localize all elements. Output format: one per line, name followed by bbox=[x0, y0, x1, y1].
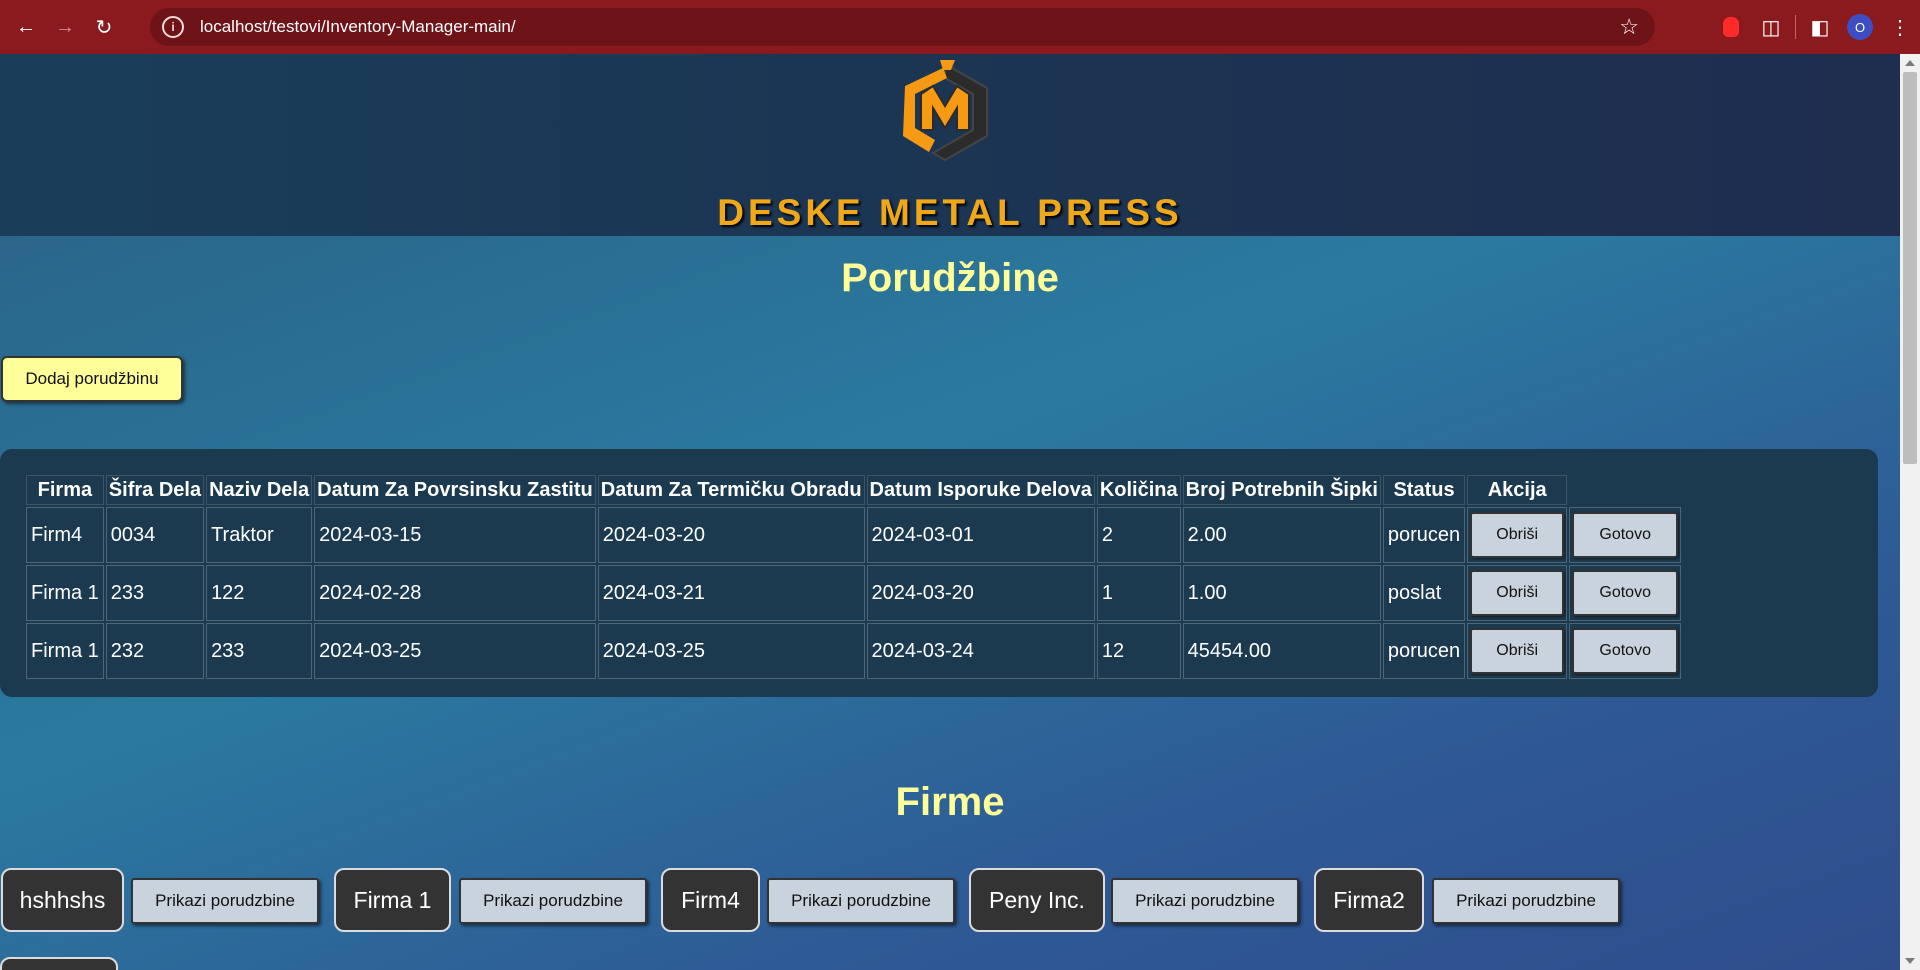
cell-naziv: Traktor bbox=[206, 507, 313, 563]
show-orders-button[interactable]: Prikazi porudzbine bbox=[767, 878, 955, 924]
done-order-button[interactable]: Gotovo bbox=[1572, 628, 1679, 674]
delete-order-button[interactable]: Obriši bbox=[1470, 628, 1565, 674]
brand-name: DESKE METAL PRESS bbox=[717, 192, 1183, 233]
column-header: Akcija bbox=[1467, 475, 1568, 505]
cell-sipke: 2.00 bbox=[1182, 507, 1381, 563]
site-header: DESKE METAL PRESS bbox=[0, 54, 1900, 236]
scroll-up-icon[interactable] bbox=[1905, 60, 1915, 66]
bookmark-star-icon[interactable]: ☆ bbox=[1619, 14, 1639, 40]
cell-sifra: 232 bbox=[105, 623, 205, 679]
browser-menu-icon[interactable]: ⋮ bbox=[1880, 15, 1920, 40]
cell-isporuka: 2024-03-01 bbox=[866, 507, 1095, 563]
page-viewport: DESKE METAL PRESS Porudžbine Dodaj porud… bbox=[0, 54, 1900, 970]
cell-firma: Firm4 bbox=[26, 507, 104, 563]
page-scrollbar[interactable] bbox=[1900, 54, 1920, 970]
column-header: Datum Za Povrsinsku Zastitu bbox=[314, 475, 596, 505]
cell-kolicina: 12 bbox=[1096, 623, 1181, 679]
cell-povrsinska: 2024-03-15 bbox=[314, 507, 596, 563]
cell-kolicina: 2 bbox=[1096, 507, 1181, 563]
company-card: Peny Inc. bbox=[969, 868, 1105, 932]
extensions-puzzle-icon[interactable]: ◫ bbox=[1751, 15, 1791, 40]
cell-action: Obriši bbox=[1467, 507, 1568, 563]
cell-povrsinska: 2024-02-28 bbox=[314, 565, 596, 621]
reload-icon[interactable]: ↻ bbox=[91, 14, 117, 40]
show-orders-button[interactable]: Prikazi porudzbine bbox=[1111, 878, 1299, 924]
column-header: Datum Za Termičku Obradu bbox=[597, 475, 865, 505]
column-header: Šifra Dela bbox=[105, 475, 205, 505]
cell-status: porucen bbox=[1382, 507, 1466, 563]
cell-status: poslat bbox=[1382, 565, 1466, 621]
orders-title: Porudžbine bbox=[841, 256, 1059, 300]
extension-stop-icon[interactable] bbox=[1711, 17, 1751, 37]
cell-termicka: 2024-03-25 bbox=[597, 623, 865, 679]
cell-sipke: 45454.00 bbox=[1182, 623, 1381, 679]
column-header: Status bbox=[1382, 475, 1466, 505]
company-card: Firma2 bbox=[1314, 868, 1424, 932]
cell-status: porucen bbox=[1382, 623, 1466, 679]
cell-naziv: 233 bbox=[206, 623, 313, 679]
cell-action: Gotovo bbox=[1569, 507, 1682, 563]
url-text[interactable]: localhost/testovi/Inventory-Manager-main… bbox=[200, 17, 516, 37]
forward-icon[interactable]: → bbox=[52, 14, 78, 40]
company-logo-icon bbox=[903, 60, 988, 162]
cell-sifra: 233 bbox=[105, 565, 205, 621]
cell-action: Gotovo bbox=[1569, 565, 1682, 621]
empty-header bbox=[1569, 475, 1681, 505]
browser-toolbar: ← → ↻ i localhost/testovi/Inventory-Mana… bbox=[0, 0, 1920, 54]
cell-sifra: 0034 bbox=[105, 507, 205, 563]
add-order-button[interactable]: Dodaj porudžbinu bbox=[1, 356, 183, 402]
table-row: Firma 1 232 233 2024-03-25 2024-03-25 20… bbox=[26, 623, 1682, 679]
show-orders-button[interactable]: Prikazi porudzbine bbox=[1432, 878, 1620, 924]
toolbar-divider bbox=[1795, 15, 1796, 39]
done-order-button[interactable]: Gotovo bbox=[1572, 570, 1679, 616]
column-header: Firma bbox=[26, 475, 104, 505]
company-card: hshhshs bbox=[1, 868, 124, 932]
done-order-button[interactable]: Gotovo bbox=[1572, 512, 1679, 558]
table-row: Firm4 0034 Traktor 2024-03-15 2024-03-20… bbox=[26, 507, 1682, 563]
company-card-partial bbox=[0, 957, 118, 970]
table-row: Firma 1 233 122 2024-02-28 2024-03-21 20… bbox=[26, 565, 1682, 621]
show-orders-button[interactable]: Prikazi porudzbine bbox=[459, 878, 647, 924]
side-panel-icon[interactable]: ◧ bbox=[1800, 15, 1840, 40]
column-header: Količina bbox=[1096, 475, 1181, 505]
profile-initial: O bbox=[1847, 14, 1873, 40]
cell-termicka: 2024-03-21 bbox=[597, 565, 865, 621]
address-bar[interactable]: i localhost/testovi/Inventory-Manager-ma… bbox=[150, 8, 1655, 46]
cell-firma: Firma 1 bbox=[26, 565, 104, 621]
orders-table: Firma Šifra Dela Naziv Dela Datum Za Pov… bbox=[24, 473, 1683, 681]
back-icon[interactable]: ← bbox=[13, 14, 39, 40]
cell-firma: Firma 1 bbox=[26, 623, 104, 679]
company-card: Firma 1 bbox=[334, 868, 451, 932]
cell-naziv: 122 bbox=[206, 565, 313, 621]
scrollbar-thumb[interactable] bbox=[1903, 72, 1917, 464]
cell-kolicina: 1 bbox=[1096, 565, 1181, 621]
column-header: Naziv Dela bbox=[206, 475, 313, 505]
cell-isporuka: 2024-03-20 bbox=[866, 565, 1095, 621]
scroll-down-icon[interactable] bbox=[1905, 958, 1915, 964]
delete-order-button[interactable]: Obriši bbox=[1470, 570, 1565, 616]
column-header: Broj Potrebnih Šipki bbox=[1182, 475, 1381, 505]
table-header-row: Firma Šifra Dela Naziv Dela Datum Za Pov… bbox=[26, 475, 1681, 505]
show-orders-button[interactable]: Prikazi porudzbine bbox=[131, 878, 319, 924]
cell-action: Obriši bbox=[1467, 565, 1568, 621]
column-header: Datum Isporuke Delova bbox=[866, 475, 1095, 505]
site-info-icon[interactable]: i bbox=[162, 16, 184, 38]
company-card: Firm4 bbox=[661, 868, 760, 932]
companies-title: Firme bbox=[895, 780, 1005, 824]
cell-isporuka: 2024-03-24 bbox=[866, 623, 1095, 679]
cell-action: Gotovo bbox=[1569, 623, 1682, 679]
cell-termicka: 2024-03-20 bbox=[597, 507, 865, 563]
orders-panel: Firma Šifra Dela Naziv Dela Datum Za Pov… bbox=[0, 449, 1878, 697]
delete-order-button[interactable]: Obriši bbox=[1470, 512, 1565, 558]
profile-avatar[interactable]: O bbox=[1840, 14, 1880, 40]
cell-povrsinska: 2024-03-25 bbox=[314, 623, 596, 679]
cell-action: Obriši bbox=[1467, 623, 1568, 679]
cell-sipke: 1.00 bbox=[1182, 565, 1381, 621]
